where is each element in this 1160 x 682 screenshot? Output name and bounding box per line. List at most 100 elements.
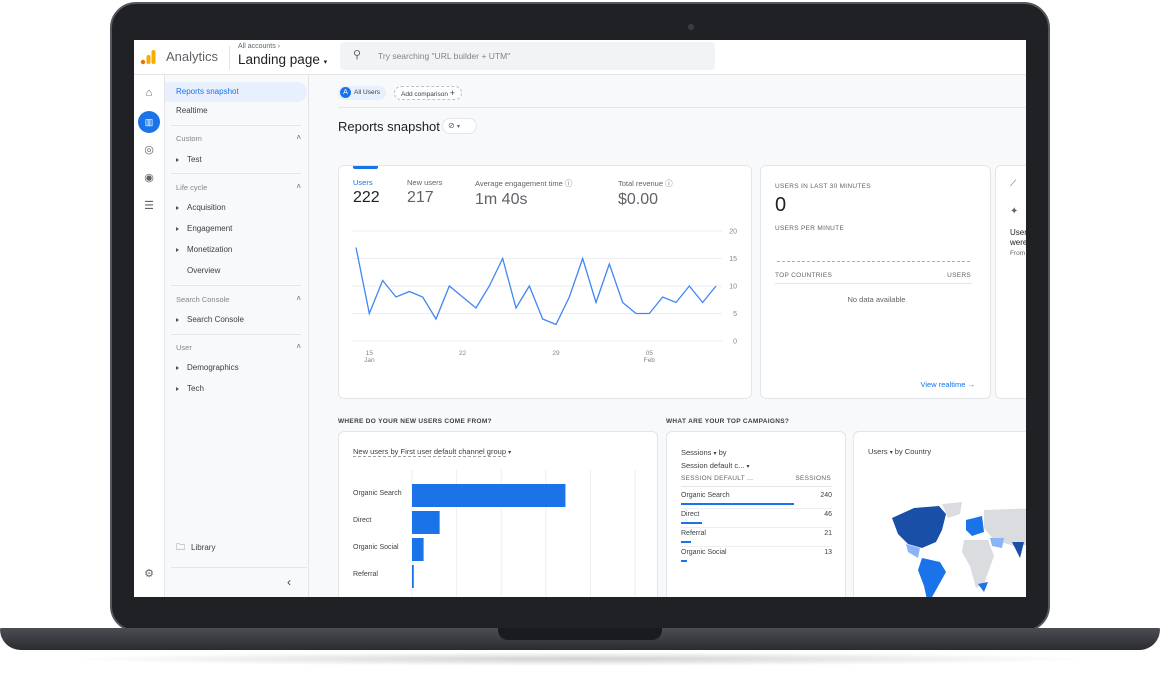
- advertising-icon[interactable]: ◉: [142, 171, 156, 185]
- property-selector[interactable]: Landing page ▾: [238, 52, 327, 67]
- row-label: Organic Search: [681, 492, 730, 499]
- section-life-cycle[interactable]: Life cycle ˄: [176, 182, 301, 192]
- caret-down-icon: ▾: [746, 464, 750, 470]
- row-label: Direct: [681, 511, 700, 518]
- x-tick-day: 29: [552, 350, 560, 357]
- y-tick-label: 20: [729, 229, 737, 236]
- metric-tab-average-engagement-time[interactable]: Average engagement time ⓘ 1m 40s: [475, 178, 572, 209]
- customize-report-button[interactable]: ⊘ ▾: [442, 118, 477, 134]
- shadow: [60, 652, 1100, 666]
- sidebar-item-reports-snapshot[interactable]: Reports snapshot: [165, 82, 307, 102]
- realtime-value: 0: [775, 194, 787, 216]
- add-comparison-button[interactable]: Add comparison +: [394, 86, 463, 100]
- list-icon[interactable]: ☰: [142, 199, 156, 213]
- table-row[interactable]: Referral 21: [681, 530, 832, 548]
- row-share-bar: [681, 522, 703, 524]
- section-title: Life cycle: [176, 183, 208, 192]
- map-canada-us: [892, 506, 946, 548]
- bar-organic-search[interactable]: [412, 484, 566, 507]
- realtime-title: USERS IN LAST 30 MINUTES: [775, 183, 871, 190]
- segment-chip[interactable]: A All Users: [338, 86, 387, 100]
- column-header-sessions: SESSIONS: [795, 475, 831, 482]
- column-header-dimension: SESSION DEFAULT ...: [681, 475, 754, 482]
- check-circle-icon: ⊘: [448, 121, 455, 130]
- y-tick-label: 5: [733, 311, 737, 318]
- main-content: A All Users Add comparison + Reports snap…: [309, 75, 1026, 597]
- divider: [338, 107, 1026, 108]
- sidebar-item-monetization[interactable]: Monetization: [165, 242, 305, 258]
- row-share-bar: [681, 541, 692, 543]
- settings-icon[interactable]: ⚙: [142, 567, 156, 581]
- account-breadcrumb[interactable]: All accounts ›: [238, 43, 280, 50]
- sidebar-item-overview[interactable]: Overview: [165, 263, 305, 279]
- chevron-up-icon: ˄: [296, 133, 301, 142]
- bar-referral[interactable]: [412, 565, 414, 588]
- metric-dropdown[interactable]: Users: [868, 447, 888, 456]
- campaigns-selector[interactable]: Sessions ▾ by Session default c... ▾: [681, 447, 749, 473]
- sidebar-item-label: Test: [187, 155, 202, 164]
- property-name: Landing page: [238, 52, 320, 67]
- metric-tab-total-revenue[interactable]: Total revenue ⓘ $0.00: [618, 178, 673, 209]
- divider: [681, 508, 832, 509]
- sidebar-item-library[interactable]: 🗀 Library: [165, 539, 305, 555]
- table-row[interactable]: Direct 46: [681, 511, 832, 529]
- section-custom[interactable]: Custom ˄: [176, 133, 301, 143]
- y-tick-label: 10: [729, 284, 737, 291]
- divider: [171, 567, 307, 568]
- map-south-america: [918, 558, 946, 597]
- view-realtime-link[interactable]: View realtime →: [921, 380, 975, 389]
- sidebar-item-engagement[interactable]: Engagement: [165, 221, 305, 237]
- help-icon[interactable]: ⓘ: [663, 179, 673, 188]
- sidebar-item-label: Realtime: [176, 106, 208, 115]
- map-india: [1012, 542, 1024, 558]
- map-selector[interactable]: Users ▾ by Country: [868, 447, 931, 456]
- new-users-card: New users by First user default channel …: [338, 431, 658, 597]
- sidebar-item-acquisition[interactable]: Acquisition: [165, 200, 305, 216]
- metric-value: 222: [353, 189, 380, 206]
- insight-text: User were: [1010, 228, 1026, 248]
- expand-arrow-icon: [176, 205, 179, 210]
- top-bar: Analytics All accounts › Landing page ▾ …: [134, 40, 1026, 75]
- section-user[interactable]: User ˄: [176, 342, 301, 352]
- section-title: User: [176, 343, 192, 352]
- sidebar-item-test[interactable]: Test: [165, 152, 305, 168]
- bar-chart-title-dropdown[interactable]: New users by First user default channel …: [353, 447, 511, 457]
- sidebar-item-tech[interactable]: Tech: [165, 381, 305, 397]
- bar-organic-social[interactable]: [412, 538, 424, 561]
- bar-category-label: Organic Search: [353, 490, 402, 497]
- bar-direct[interactable]: [412, 511, 440, 534]
- map-europe: [966, 516, 984, 536]
- metric-label: Total revenue ⓘ: [618, 179, 673, 188]
- collapse-sidebar-icon[interactable]: ‹: [287, 575, 291, 589]
- explore-icon[interactable]: ◎: [142, 143, 156, 157]
- nav-rail: ⌂ ▥ ◎ ◉ ☰ ⚙: [134, 75, 165, 597]
- insight-line: were: [1010, 238, 1026, 247]
- row-value: 21: [824, 530, 832, 537]
- search-bar[interactable]: ⚲ Try searching "URL builder + UTM": [340, 42, 715, 70]
- column-header-country: TOP COUNTRIES: [775, 272, 833, 279]
- help-icon[interactable]: ⓘ: [563, 179, 573, 188]
- home-icon[interactable]: ⌂: [142, 86, 156, 100]
- folder-icon: 🗀: [176, 542, 186, 552]
- sidebar-item-demographics[interactable]: Demographics: [165, 360, 305, 376]
- divider: [681, 546, 832, 547]
- metric-tab-new-users[interactable]: New users 217: [407, 178, 442, 207]
- dimension-dropdown[interactable]: Session default c...: [681, 461, 744, 470]
- section-new-users-heading: WHERE DO YOUR NEW USERS COME FROM?: [338, 418, 492, 425]
- sidebar: Reports snapshot Realtime Custom ˄ Test L…: [165, 75, 309, 597]
- row-share-bar: [681, 560, 687, 562]
- screen: Analytics All accounts › Landing page ▾ …: [134, 40, 1026, 597]
- metric-tab-users[interactable]: Users 222: [353, 178, 380, 207]
- table-row[interactable]: Organic Search 240: [681, 492, 832, 510]
- section-search-console[interactable]: Search Console ˄: [176, 294, 301, 304]
- app-name: Analytics: [166, 49, 219, 64]
- sidebar-item-realtime[interactable]: Realtime: [165, 103, 305, 119]
- table-row[interactable]: Organic Social 13: [681, 549, 832, 567]
- bar-chart-title: New users by First user default channel …: [353, 447, 506, 457]
- row-share-bar: [681, 503, 794, 505]
- search-icon: ⚲: [353, 49, 362, 61]
- sidebar-item-search-console[interactable]: Search Console: [165, 312, 305, 328]
- row-label: Referral: [681, 530, 706, 537]
- metric-dropdown[interactable]: Sessions: [681, 448, 711, 457]
- reports-icon[interactable]: ▥: [138, 111, 160, 133]
